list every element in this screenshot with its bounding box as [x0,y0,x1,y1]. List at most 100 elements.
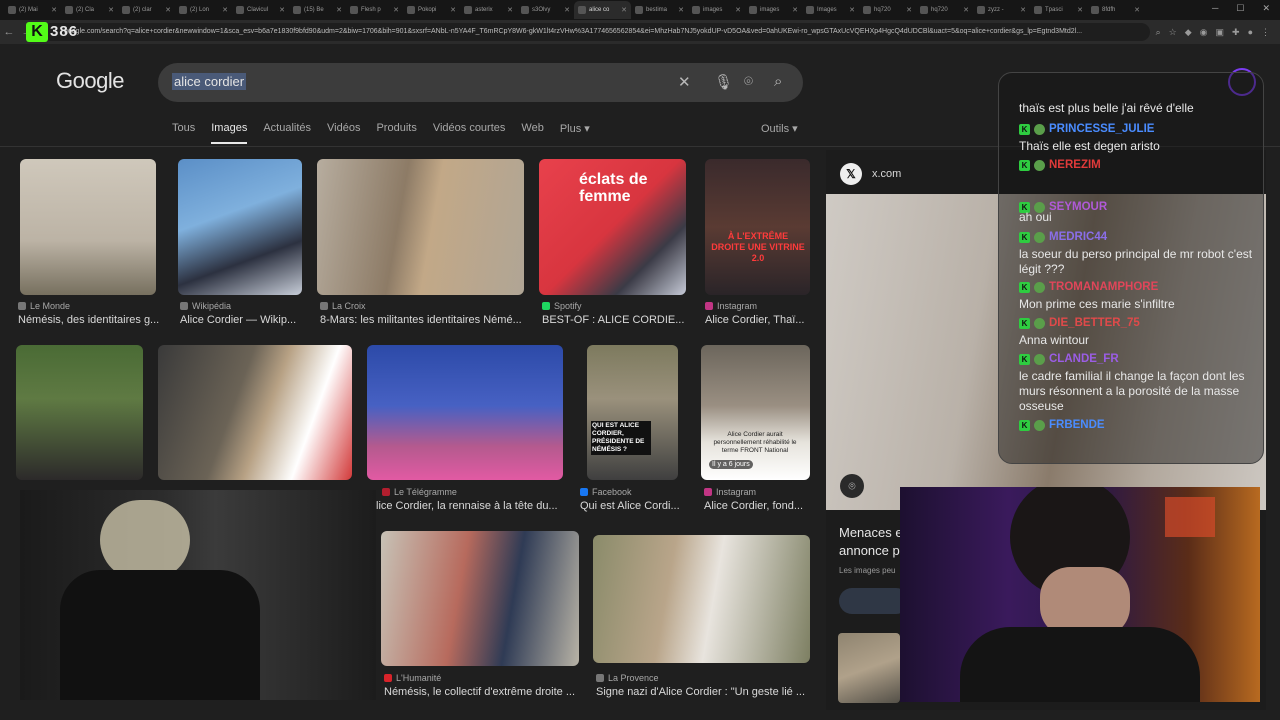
tab-more[interactable]: Plus ▾ [560,122,590,144]
browser-tab[interactable]: bestima ✕ [631,1,688,19]
tab-close-icon[interactable]: ✕ [51,6,57,14]
tab-close-icon[interactable]: ✕ [279,6,285,14]
tab-products[interactable]: Produits [376,122,416,144]
tab-close-icon[interactable]: ✕ [336,6,342,14]
tab-news[interactable]: Actualités [263,122,311,144]
preview-title[interactable]: Menaces e annonce p [839,524,903,560]
search-box[interactable]: alice cordier ✕ 🎙 ⌾ ⌕ [158,63,803,102]
image-result[interactable] [367,345,563,480]
tab-close-icon[interactable]: ✕ [906,6,912,14]
related-thumbnail[interactable] [838,633,900,703]
browser-tab[interactable]: Flesh p ✕ [346,1,403,19]
tab-close-icon[interactable]: ✕ [450,6,456,14]
result-caption[interactable]: Qui est Alice Cordi... [580,500,680,512]
result-caption[interactable]: 8-Mars: les militantes identitaires Némé… [320,314,526,326]
browser-tab[interactable]: s3Olvy ✕ [517,1,574,19]
browser-tab[interactable]: (2) clar ✕ [118,1,175,19]
tab-close-icon[interactable]: ✕ [621,6,627,14]
chat-username[interactable]: K DIE_BETTER_75 [1019,317,1140,329]
extension-icon[interactable]: ◆ [1185,27,1192,38]
chat-username[interactable]: K CLANDE_FR [1019,353,1119,365]
tab-close-icon[interactable]: ✕ [222,6,228,14]
image-result[interactable] [317,159,524,295]
browser-tab[interactable]: (2) Lon ✕ [175,1,232,19]
image-result[interactable] [593,535,810,663]
tab-web[interactable]: Web [521,122,543,144]
bookmark-star-icon[interactable]: ☆ [1169,27,1177,38]
tab-close-icon[interactable]: ✕ [393,6,399,14]
minimize-icon[interactable]: ─ [1212,3,1218,14]
url-field[interactable]: google.com/search?q=alice+cordier&newwin… [42,23,1150,41]
tab-close-icon[interactable]: ✕ [849,6,855,14]
profile-icon[interactable]: ● [1248,27,1253,38]
image-result[interactable] [381,531,579,666]
chat-username[interactable]: K TROMANAMPHORE [1019,281,1158,293]
tab-close-icon[interactable]: ✕ [678,6,684,14]
tab-close-icon[interactable]: ✕ [564,6,570,14]
image-result[interactable] [16,345,143,480]
browser-tab[interactable]: Pokopi ✕ [403,1,460,19]
image-result[interactable] [178,159,302,295]
tab-all[interactable]: Tous [172,122,195,144]
tab-images[interactable]: Images [211,122,248,144]
result-caption[interactable]: Alice Cordier, Thaï... [705,314,811,326]
tab-close-icon[interactable]: ✕ [1134,6,1140,14]
browser-tab[interactable]: Tpasci ✕ [1030,1,1087,19]
browser-tab[interactable]: (2) Mai ✕ [4,1,61,19]
maximize-icon[interactable]: ☐ [1236,3,1244,14]
browser-tab[interactable]: Images ✕ [802,1,859,19]
browser-tab[interactable]: 8fdfh ✕ [1087,1,1144,19]
browser-tab[interactable]: images ✕ [688,1,745,19]
image-result[interactable]: QUI EST ALICE CORDIER, PRÉSIDENTE DE NÉM… [587,345,678,480]
search-icon[interactable]: ⌕ [774,73,782,90]
close-window-icon[interactable]: ✕ [1262,3,1270,14]
result-caption[interactable]: lice Cordier, la rennaise à la tête du..… [376,500,566,512]
tab-close-icon[interactable]: ✕ [108,6,114,14]
visit-button[interactable] [839,588,909,614]
browser-tab[interactable]: alice co ✕ [574,1,631,19]
camera-lens-icon[interactable]: ⌾ [744,73,753,90]
tab-videos[interactable]: Vidéos [327,122,360,144]
microphone-icon[interactable]: 🎙 [714,73,733,91]
tab-close-icon[interactable]: ✕ [507,6,513,14]
extension-icon[interactable]: ▣ [1216,27,1225,38]
search-input[interactable]: alice cordier [172,73,247,90]
lens-icon[interactable]: ⌾ [840,474,864,498]
chat-username[interactable]: K FRBENDE [1019,419,1105,431]
puzzle-icon[interactable]: ✚ [1232,27,1240,38]
result-caption[interactable]: Némésis, le collectif d'extrême droite .… [384,686,580,698]
browser-tab[interactable]: asterix ✕ [460,1,517,19]
tab-close-icon[interactable]: ✕ [792,6,798,14]
back-icon[interactable]: ← [0,26,18,38]
tab-close-icon[interactable]: ✕ [963,6,969,14]
tab-short-videos[interactable]: Vidéos courtes [433,122,506,144]
result-caption[interactable]: Signe nazi d'Alice Cordier : "Un geste l… [596,686,810,698]
tab-close-icon[interactable]: ✕ [735,6,741,14]
tab-close-icon[interactable]: ✕ [1077,6,1083,14]
chat-username[interactable]: K MEDRIC44 [1019,231,1107,243]
tools-button[interactable]: Outils ▾ [761,122,798,135]
browser-tab[interactable]: hq720 ✕ [859,1,916,19]
zoom-icon[interactable]: ⌕ [1156,27,1161,38]
browser-tab[interactable]: hq720 ✕ [916,1,973,19]
image-result[interactable] [20,159,156,295]
tab-close-icon[interactable]: ✕ [1020,6,1026,14]
result-caption[interactable]: Alice Cordier — Wikip... [180,314,304,326]
image-result[interactable]: Alice Cordier aurait personnellement réh… [701,345,810,480]
browser-tab[interactable]: Clavicul ✕ [232,1,289,19]
browser-tab[interactable]: zyzz - ✕ [973,1,1030,19]
browser-tab[interactable]: (2) Cla ✕ [61,1,118,19]
browser-tab[interactable]: images ✕ [745,1,802,19]
google-logo[interactable]: Google [56,68,124,94]
extension-icon[interactable]: ◉ [1200,27,1208,38]
clear-icon[interactable]: ✕ [678,73,691,91]
image-result[interactable] [158,345,352,480]
chat-username[interactable]: K PRINCESSE_JULIE [1019,123,1154,135]
image-result[interactable]: À L'EXTRÊME DROITE UNE VITRINE 2.0 [705,159,810,295]
browser-tab[interactable]: (15) Be ✕ [289,1,346,19]
result-caption[interactable]: Némésis, des identitaires g... [18,314,160,326]
result-caption[interactable]: BEST-OF : ALICE CORDIE... [542,314,688,326]
image-result[interactable]: éclats de femme [539,159,686,295]
tab-close-icon[interactable]: ✕ [165,6,171,14]
menu-icon[interactable]: ⋮ [1261,27,1270,38]
